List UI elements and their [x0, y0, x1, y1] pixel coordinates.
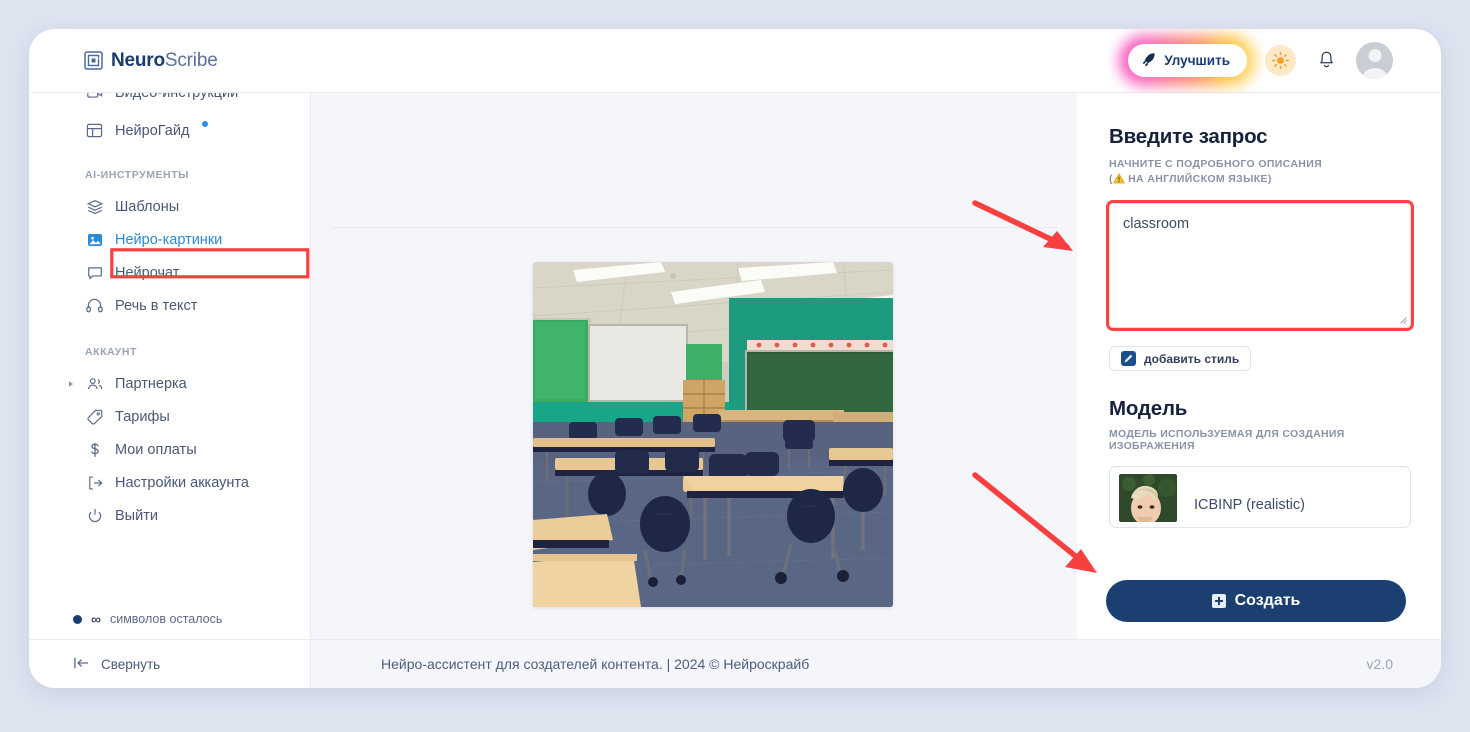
- model-panel-subtitle: МОДЕЛЬ ИСПОЛЬЗУЕМАЯ ДЛЯ СОЗДАНИЯ ИЗОБРАЖ…: [1109, 428, 1345, 453]
- classroom-artwork: [533, 262, 893, 607]
- sidebar-item-label: Мои оплаты: [115, 441, 197, 458]
- sidebar-item-label: Речь в текст: [115, 297, 198, 314]
- sidebar-scroll-area[interactable]: Видео-инструкции НейроГайд AI-ИНСТРУМЕНТ…: [29, 93, 310, 598]
- main-content: [311, 93, 1077, 688]
- tag-icon: [85, 407, 104, 426]
- avatar[interactable]: [1356, 42, 1393, 79]
- textarea-resize-handle[interactable]: [1398, 315, 1407, 325]
- prompt-input-box[interactable]: [1106, 200, 1414, 332]
- sidebar-item-label: Видео-инструкции: [115, 93, 239, 101]
- sidebar-group-label-account: АККАУНТ: [85, 346, 137, 358]
- header-actions: Улучшить: [1119, 35, 1393, 86]
- create-button-label: Создать: [1234, 592, 1301, 609]
- right-panel: Введите запрос НАЧНИТЕ С ПОДРОБНОГО ОПИС…: [1077, 93, 1441, 639]
- sidebar-item-my-payments[interactable]: Мои оплаты: [29, 433, 310, 466]
- sidebar-item-neuro-pictures[interactable]: Нейро-картинки: [29, 223, 310, 256]
- app-version: v2.0: [1366, 656, 1393, 672]
- brand-light: Scribe: [164, 49, 218, 71]
- sidebar-item-label: Выйти: [115, 507, 158, 524]
- sidebar-item-tariffs[interactable]: Тарифы: [29, 400, 310, 433]
- nested-squares-logo-icon: [84, 51, 103, 70]
- footer-text: Нейро-ассистент для создателей контента.…: [381, 656, 810, 672]
- improve-button[interactable]: Улучшить: [1128, 44, 1247, 77]
- sidebar-item-label: НейроГайд: [115, 122, 190, 139]
- brand-logo-group[interactable]: NeuroScribe: [84, 50, 218, 72]
- warning-triangle-icon: [1112, 173, 1125, 189]
- power-icon: [85, 506, 104, 525]
- sidebar-item-label: Нейрочат: [115, 264, 180, 281]
- chevron-right-icon: [69, 380, 73, 387]
- collapse-label: Свернуть: [101, 656, 161, 672]
- add-style-label: добавить стиль: [1144, 351, 1240, 366]
- sidebar-item-label: Партнерка: [115, 375, 187, 392]
- dollar-icon: [85, 440, 104, 459]
- plus-square-icon: [1211, 594, 1226, 608]
- subtitle-line-2: НА АНГЛИЙСКОМ ЯЗЫКЕ): [1124, 173, 1272, 186]
- chat-bubble-icon: [85, 263, 104, 282]
- sidebar-item-label: Тарифы: [115, 408, 170, 425]
- sidebar-group-label-ai-tools: AI-ИНСТРУМЕНТЫ: [85, 169, 189, 181]
- subtitle-line-1: НАЧНИТЕ С ПОДРОБНОГО ОПИСАНИЯ: [1109, 158, 1322, 170]
- improve-label: Улучшить: [1164, 53, 1230, 68]
- app-window: NeuroScribe Улучшить Видео-инструкции Не…: [29, 29, 1441, 688]
- model-name-label: ICBINP (realistic): [1194, 497, 1305, 514]
- sidebar-item-neuroguide[interactable]: НейроГайд: [29, 114, 310, 147]
- table-grid-icon: [85, 121, 104, 140]
- bell-icon[interactable]: [1314, 48, 1338, 74]
- sidebar-item-templates[interactable]: Шаблоны: [29, 190, 310, 223]
- brand-title: NeuroScribe: [111, 50, 218, 72]
- avatar-body: [1362, 68, 1387, 79]
- layers-icon: [85, 197, 104, 216]
- app-footer: Нейро-ассистент для создателей контента.…: [311, 639, 1441, 688]
- quota-label: символов осталось: [109, 612, 223, 626]
- new-dot-badge: [202, 121, 209, 127]
- sidebar-item-label: Шаблоны: [115, 198, 180, 215]
- generated-image[interactable]: [533, 262, 893, 607]
- model-select-card[interactable]: ICBINP (realistic): [1109, 466, 1411, 529]
- users-icon: [85, 374, 104, 393]
- app-header: NeuroScribe Улучшить: [29, 29, 1441, 93]
- collapse-left-icon: [73, 656, 90, 673]
- sidebar-item-partners[interactable]: Партнерка: [29, 367, 310, 400]
- model-panel-title: Модель: [1109, 397, 1188, 421]
- sidebar-item-label: Нейро-картинки: [115, 231, 223, 248]
- sidebar-item-account-settings[interactable]: Настройки аккаунта: [29, 466, 310, 499]
- avatar-head: [1368, 49, 1381, 62]
- pencil-icon: [1121, 351, 1136, 367]
- quota-infinity-symbol: ∞: [91, 611, 101, 627]
- add-style-button[interactable]: добавить стиль: [1109, 346, 1252, 372]
- headphones-icon: [85, 296, 104, 315]
- improve-button-wrap: Улучшить: [1119, 35, 1256, 86]
- bracket-arrow-icon: [85, 473, 104, 492]
- sidebar-item-speech-to-text[interactable]: Речь в текст: [29, 289, 310, 322]
- prompt-panel-title: Введите запрос: [1109, 125, 1268, 148]
- sun-icon[interactable]: [1265, 45, 1296, 76]
- create-button[interactable]: Создать: [1106, 580, 1406, 622]
- prompt-textarea[interactable]: [1123, 216, 1393, 313]
- rocket-icon: [1141, 52, 1156, 70]
- quota-status-dot: [73, 614, 82, 624]
- collapse-sidebar-button[interactable]: Свернуть: [29, 640, 310, 688]
- prompt-panel-subtitle: НАЧНИТЕ С ПОДРОБНОГО ОПИСАНИЯ ( НА АНГЛИ…: [1109, 157, 1411, 189]
- content-divider: [331, 227, 1057, 228]
- brand-bold: Neuro: [111, 49, 165, 71]
- video-icon: [85, 93, 104, 103]
- sidebar-item-neurochat[interactable]: Нейрочат: [29, 256, 310, 289]
- model-preview-thumbnail: [1119, 474, 1177, 523]
- sidebar: Видео-инструкции НейроГайд AI-ИНСТРУМЕНТ…: [29, 93, 311, 688]
- sidebar-item-logout[interactable]: Выйти: [29, 499, 310, 532]
- image-icon: [85, 230, 104, 249]
- sidebar-item-video-instructions[interactable]: Видео-инструкции: [29, 93, 310, 106]
- quota-row: ∞ символов осталось: [29, 599, 310, 639]
- sidebar-item-label: Настройки аккаунта: [115, 474, 249, 491]
